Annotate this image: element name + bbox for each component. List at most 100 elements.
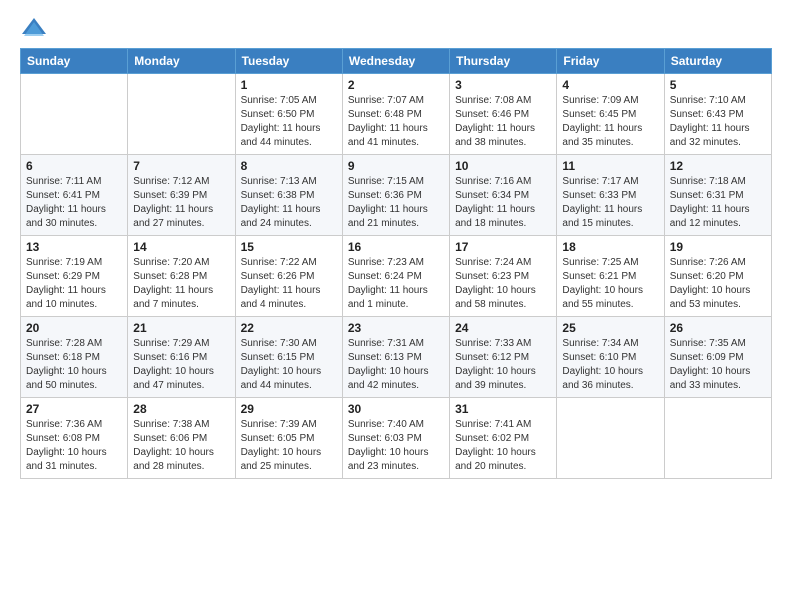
day-info: Sunrise: 7:18 AMSunset: 6:31 PMDaylight:… xyxy=(670,175,766,231)
column-header-tuesday: Tuesday xyxy=(235,49,342,74)
header-row: SundayMondayTuesdayWednesdayThursdayFrid… xyxy=(21,49,772,74)
day-number: 2 xyxy=(348,78,444,92)
day-cell: 15 Sunrise: 7:22 AMSunset: 6:26 PMDayligh… xyxy=(235,236,342,317)
day-cell: 20 Sunrise: 7:28 AMSunset: 6:18 PMDayligh… xyxy=(21,317,128,398)
day-number: 29 xyxy=(241,402,337,416)
day-cell: 1 Sunrise: 7:05 AMSunset: 6:50 PMDaylight… xyxy=(235,74,342,155)
day-cell: 6Sunrise: 7:11 AMSunset: 6:41 PMDaylight… xyxy=(21,155,128,236)
day-cell: 7Sunrise: 7:12 AMSunset: 6:39 PMDaylight… xyxy=(128,155,235,236)
week-row-5: 27 Sunrise: 7:36 AMSunset: 6:08 PMDayligh… xyxy=(21,398,772,479)
week-row-2: 6Sunrise: 7:11 AMSunset: 6:41 PMDaylight… xyxy=(21,155,772,236)
day-cell: 11 Sunrise: 7:17 AMSunset: 6:33 PMDayligh… xyxy=(557,155,664,236)
day-info: Sunrise: 7:22 AMSunset: 6:26 PMDaylight:… xyxy=(241,256,337,312)
day-cell: 8 Sunrise: 7:13 AMSunset: 6:38 PMDaylight… xyxy=(235,155,342,236)
day-number: 9 xyxy=(348,159,444,173)
day-cell: 14Sunrise: 7:20 AMSunset: 6:28 PMDayligh… xyxy=(128,236,235,317)
day-info: Sunrise: 7:16 AMSunset: 6:34 PMDaylight:… xyxy=(455,175,551,231)
calendar-table: SundayMondayTuesdayWednesdayThursdayFrid… xyxy=(20,48,772,479)
day-cell: 10 Sunrise: 7:16 AMSunset: 6:34 PMDayligh… xyxy=(450,155,557,236)
day-cell: 21 Sunrise: 7:29 AMSunset: 6:16 PMDayligh… xyxy=(128,317,235,398)
day-number: 5 xyxy=(670,78,766,92)
day-info: Sunrise: 7:05 AMSunset: 6:50 PMDaylight:… xyxy=(241,94,337,150)
week-row-1: 1 Sunrise: 7:05 AMSunset: 6:50 PMDaylight… xyxy=(21,74,772,155)
day-info: Sunrise: 7:12 AMSunset: 6:39 PMDaylight:… xyxy=(133,175,229,231)
day-info: Sunrise: 7:10 AMSunset: 6:43 PMDaylight:… xyxy=(670,94,766,150)
day-cell: 19Sunrise: 7:26 AMSunset: 6:20 PMDayligh… xyxy=(664,236,771,317)
day-info: Sunrise: 7:09 AMSunset: 6:45 PMDaylight:… xyxy=(562,94,658,150)
day-number: 31 xyxy=(455,402,551,416)
day-number: 21 xyxy=(133,321,229,335)
day-number: 3 xyxy=(455,78,551,92)
day-cell: 31 Sunrise: 7:41 AMSunset: 6:02 PMDayligh… xyxy=(450,398,557,479)
day-info: Sunrise: 7:34 AMSunset: 6:10 PMDaylight:… xyxy=(562,337,658,393)
day-info: Sunrise: 7:25 AMSunset: 6:21 PMDaylight:… xyxy=(562,256,658,312)
column-header-saturday: Saturday xyxy=(664,49,771,74)
day-cell: 3 Sunrise: 7:08 AMSunset: 6:46 PMDaylight… xyxy=(450,74,557,155)
column-header-wednesday: Wednesday xyxy=(342,49,449,74)
day-cell: 25 Sunrise: 7:34 AMSunset: 6:10 PMDayligh… xyxy=(557,317,664,398)
day-info: Sunrise: 7:13 AMSunset: 6:38 PMDaylight:… xyxy=(241,175,337,231)
day-info: Sunrise: 7:19 AMSunset: 6:29 PMDaylight:… xyxy=(26,256,122,312)
day-info: Sunrise: 7:17 AMSunset: 6:33 PMDaylight:… xyxy=(562,175,658,231)
day-cell: 12 Sunrise: 7:18 AMSunset: 6:31 PMDayligh… xyxy=(664,155,771,236)
day-cell: 18 Sunrise: 7:25 AMSunset: 6:21 PMDayligh… xyxy=(557,236,664,317)
day-number: 22 xyxy=(241,321,337,335)
day-cell xyxy=(21,74,128,155)
week-row-3: 13 Sunrise: 7:19 AMSunset: 6:29 PMDayligh… xyxy=(21,236,772,317)
day-cell: 17 Sunrise: 7:24 AMSunset: 6:23 PMDayligh… xyxy=(450,236,557,317)
day-number: 19 xyxy=(670,240,766,254)
day-number: 27 xyxy=(26,402,122,416)
day-cell: 28 Sunrise: 7:38 AMSunset: 6:06 PMDayligh… xyxy=(128,398,235,479)
day-info: Sunrise: 7:28 AMSunset: 6:18 PMDaylight:… xyxy=(26,337,122,393)
day-number: 17 xyxy=(455,240,551,254)
day-info: Sunrise: 7:39 AMSunset: 6:05 PMDaylight:… xyxy=(241,418,337,474)
day-number: 20 xyxy=(26,321,122,335)
day-cell: 24 Sunrise: 7:33 AMSunset: 6:12 PMDayligh… xyxy=(450,317,557,398)
day-cell: 13 Sunrise: 7:19 AMSunset: 6:29 PMDayligh… xyxy=(21,236,128,317)
day-cell: 26 Sunrise: 7:35 AMSunset: 6:09 PMDayligh… xyxy=(664,317,771,398)
day-cell: 27 Sunrise: 7:36 AMSunset: 6:08 PMDayligh… xyxy=(21,398,128,479)
day-number: 6 xyxy=(26,159,122,173)
day-number: 25 xyxy=(562,321,658,335)
day-info: Sunrise: 7:20 AMSunset: 6:28 PMDaylight:… xyxy=(133,256,229,312)
day-cell: 29 Sunrise: 7:39 AMSunset: 6:05 PMDayligh… xyxy=(235,398,342,479)
day-info: Sunrise: 7:33 AMSunset: 6:12 PMDaylight:… xyxy=(455,337,551,393)
day-info: Sunrise: 7:24 AMSunset: 6:23 PMDaylight:… xyxy=(455,256,551,312)
logo xyxy=(20,16,52,38)
day-number: 28 xyxy=(133,402,229,416)
day-cell: 5 Sunrise: 7:10 AMSunset: 6:43 PMDaylight… xyxy=(664,74,771,155)
day-cell: 9Sunrise: 7:15 AMSunset: 6:36 PMDaylight… xyxy=(342,155,449,236)
day-info: Sunrise: 7:38 AMSunset: 6:06 PMDaylight:… xyxy=(133,418,229,474)
day-info: Sunrise: 7:35 AMSunset: 6:09 PMDaylight:… xyxy=(670,337,766,393)
column-header-sunday: Sunday xyxy=(21,49,128,74)
day-cell: 16 Sunrise: 7:23 AMSunset: 6:24 PMDayligh… xyxy=(342,236,449,317)
day-number: 10 xyxy=(455,159,551,173)
day-number: 4 xyxy=(562,78,658,92)
day-info: Sunrise: 7:36 AMSunset: 6:08 PMDaylight:… xyxy=(26,418,122,474)
page-header xyxy=(20,16,772,38)
day-number: 11 xyxy=(562,159,658,173)
day-number: 8 xyxy=(241,159,337,173)
day-number: 1 xyxy=(241,78,337,92)
day-info: Sunrise: 7:08 AMSunset: 6:46 PMDaylight:… xyxy=(455,94,551,150)
day-info: Sunrise: 7:29 AMSunset: 6:16 PMDaylight:… xyxy=(133,337,229,393)
day-number: 18 xyxy=(562,240,658,254)
day-number: 23 xyxy=(348,321,444,335)
day-number: 30 xyxy=(348,402,444,416)
week-row-4: 20 Sunrise: 7:28 AMSunset: 6:18 PMDayligh… xyxy=(21,317,772,398)
day-cell: 30Sunrise: 7:40 AMSunset: 6:03 PMDayligh… xyxy=(342,398,449,479)
day-info: Sunrise: 7:23 AMSunset: 6:24 PMDaylight:… xyxy=(348,256,444,312)
day-cell: 22Sunrise: 7:30 AMSunset: 6:15 PMDayligh… xyxy=(235,317,342,398)
logo-icon xyxy=(20,16,48,38)
day-number: 24 xyxy=(455,321,551,335)
day-cell xyxy=(128,74,235,155)
day-number: 16 xyxy=(348,240,444,254)
day-number: 15 xyxy=(241,240,337,254)
day-info: Sunrise: 7:41 AMSunset: 6:02 PMDaylight:… xyxy=(455,418,551,474)
day-info: Sunrise: 7:07 AMSunset: 6:48 PMDaylight:… xyxy=(348,94,444,150)
day-number: 26 xyxy=(670,321,766,335)
day-number: 13 xyxy=(26,240,122,254)
day-number: 12 xyxy=(670,159,766,173)
column-header-monday: Monday xyxy=(128,49,235,74)
day-cell xyxy=(664,398,771,479)
